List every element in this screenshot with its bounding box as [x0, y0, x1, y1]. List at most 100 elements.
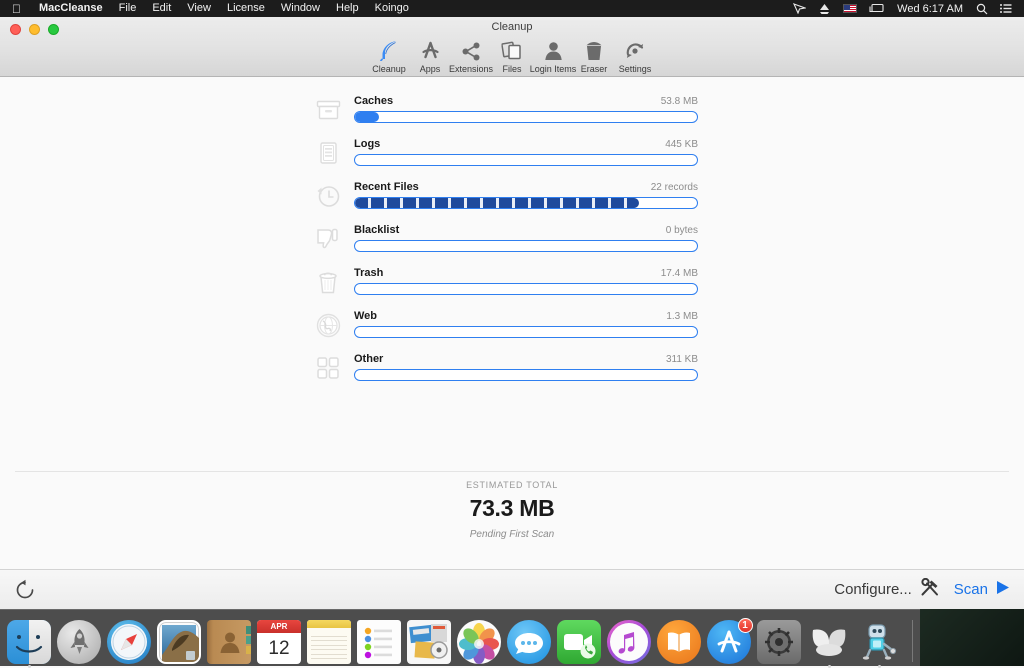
dock-item-itunes[interactable]	[607, 619, 652, 664]
dock-item-safari[interactable]	[107, 619, 152, 664]
menubar-clock[interactable]: Wed 6:17 AM	[890, 3, 970, 15]
toolbar-item-files[interactable]: Files	[492, 39, 533, 74]
list-item-name: Blacklist	[354, 224, 399, 236]
toolbar: Cleanup Apps	[369, 39, 656, 74]
display-mirror-icon[interactable]	[863, 3, 890, 14]
menu-item-window[interactable]: Window	[273, 0, 328, 17]
list-item[interactable]: Logs 445 KB	[0, 138, 1024, 181]
scan-label: Scan	[954, 581, 988, 598]
trash-icon	[586, 39, 603, 61]
dock-item-notes[interactable]	[307, 619, 352, 664]
list-item-name: Caches	[354, 95, 393, 107]
list-item-name: Recent Files	[354, 181, 419, 193]
toolbar-label-files: Files	[502, 64, 521, 74]
app-store-a-icon	[419, 39, 441, 61]
menu-bar:  MacCleanse File Edit View License Wind…	[0, 0, 1024, 17]
menu-item-edit[interactable]: Edit	[144, 0, 179, 17]
progress-bar	[354, 154, 698, 166]
toolbar-item-extensions[interactable]: Extensions	[451, 39, 492, 74]
progress-fill	[355, 198, 639, 208]
list-item[interactable]: Blacklist 0 bytes	[0, 224, 1024, 267]
dock-item-calendar[interactable]: APR 12	[257, 619, 302, 664]
list-item-name: Web	[354, 310, 377, 322]
estimated-total-section: ESTIMATED TOTAL 73.3 MB Pending First Sc…	[0, 480, 1024, 540]
dock-item-app-store[interactable]: 1	[707, 619, 752, 664]
toolbar-item-apps[interactable]: Apps	[410, 39, 451, 74]
vpn-arrow-icon[interactable]	[787, 3, 812, 14]
refresh-undo-icon[interactable]	[14, 579, 36, 601]
menu-item-help[interactable]: Help	[328, 0, 367, 17]
list-item-name: Logs	[354, 138, 380, 150]
cleanup-category-list: Caches 53.8 MB	[0, 95, 1024, 396]
progress-bar	[354, 111, 698, 123]
list-item[interactable]: Trash 17.4 MB	[0, 267, 1024, 310]
progress-bar	[354, 240, 698, 252]
us-flag-icon[interactable]	[837, 4, 863, 13]
dock-item-mail[interactable]	[157, 619, 202, 664]
toolbar-item-login-items[interactable]: Login Items	[533, 39, 574, 74]
app-store-badge: 1	[738, 618, 753, 633]
dock-item-contacts[interactable]	[207, 619, 252, 664]
configure-button[interactable]: Configure...	[834, 578, 940, 601]
dock-item-automator[interactable]	[857, 619, 902, 664]
list-item-body: Trash 17.4 MB	[354, 267, 698, 295]
list-item[interactable]: Web 1.3 MB	[0, 310, 1024, 353]
share-node-icon	[461, 39, 481, 61]
list-item[interactable]: Other 311 KB	[0, 353, 1024, 396]
dock-item-system-preferences[interactable]	[757, 619, 802, 664]
list-item-size: 0 bytes	[666, 225, 698, 236]
archive-box-icon	[311, 93, 345, 127]
search-icon[interactable]	[970, 3, 994, 15]
tools-hammer-wrench-icon	[920, 578, 940, 601]
dock-item-news[interactable]	[407, 619, 452, 664]
dock-item-photos[interactable]	[457, 619, 502, 664]
list-item[interactable]: Recent Files 22 records	[0, 181, 1024, 224]
notification-list-icon[interactable]	[994, 3, 1018, 14]
toolbar-item-settings[interactable]: Settings	[615, 39, 656, 74]
dock-item-ibooks[interactable]	[657, 619, 702, 664]
app-window: Cleanup Cleanup	[0, 17, 1024, 609]
list-item[interactable]: Caches 53.8 MB	[0, 95, 1024, 138]
toolbar-label-cleanup: Cleanup	[372, 64, 406, 74]
dock-item-reminders[interactable]	[357, 619, 402, 664]
dock-item-launchpad[interactable]	[57, 619, 102, 664]
cleanup-content: Caches 53.8 MB	[0, 77, 1024, 609]
progress-bar	[354, 326, 698, 338]
grid-squares-icon	[311, 351, 345, 385]
apple-icon[interactable]: 	[12, 3, 21, 15]
list-item-body: Caches 53.8 MB	[354, 95, 698, 123]
list-item-size: 17.4 MB	[661, 268, 698, 279]
total-label: ESTIMATED TOTAL	[0, 480, 1024, 490]
list-item-body: Blacklist 0 bytes	[354, 224, 698, 252]
feather-icon	[379, 39, 399, 61]
toolbar-item-eraser[interactable]: Eraser	[574, 39, 615, 74]
list-item-size: 1.3 MB	[666, 311, 698, 322]
menu-app-name[interactable]: MacCleanse	[31, 0, 111, 17]
list-item-body: Other 311 KB	[354, 353, 698, 381]
calendar-day: 12	[257, 633, 301, 664]
dock-item-maccleanse[interactable]	[807, 619, 852, 664]
dock-item-facetime[interactable]	[557, 619, 602, 664]
total-value: 73.3 MB	[0, 495, 1024, 522]
window-titlebar: Cleanup Cleanup	[0, 17, 1024, 77]
list-item-body: Web 1.3 MB	[354, 310, 698, 338]
menu-item-license[interactable]: License	[219, 0, 273, 17]
toolbar-label-extensions: Extensions	[449, 64, 493, 74]
time-machine-icon[interactable]	[812, 3, 837, 15]
trash-can-icon	[311, 265, 345, 299]
dock-item-messages[interactable]	[507, 619, 552, 664]
dock-separator	[912, 620, 913, 662]
list-item-name: Other	[354, 353, 383, 365]
menu-item-koingo[interactable]: Koingo	[367, 0, 417, 17]
progress-bar	[354, 197, 698, 209]
menu-item-view[interactable]: View	[179, 0, 219, 17]
toolbar-label-login-items: Login Items	[530, 64, 577, 74]
dock-item-finder[interactable]	[7, 619, 52, 664]
menu-item-file[interactable]: File	[111, 0, 145, 17]
progress-fill	[355, 112, 379, 122]
section-divider	[15, 471, 1009, 472]
toolbar-item-cleanup[interactable]: Cleanup	[369, 39, 410, 74]
scan-button[interactable]: Scan	[954, 580, 1010, 599]
list-item-size: 445 KB	[665, 139, 698, 150]
document-icon	[311, 136, 345, 170]
